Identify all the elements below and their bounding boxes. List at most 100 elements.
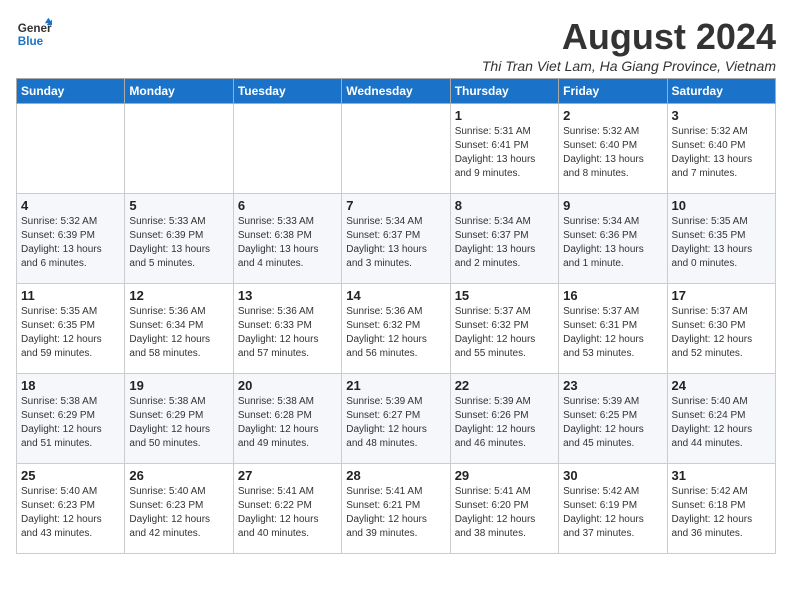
day-number: 27 — [238, 468, 337, 483]
day-info: Sunrise: 5:40 AM Sunset: 6:24 PM Dayligh… — [672, 395, 771, 451]
day-info: Sunrise: 5:41 AM Sunset: 6:21 PM Dayligh… — [346, 485, 445, 541]
calendar-cell: 23Sunrise: 5:39 AM Sunset: 6:25 PM Dayli… — [559, 374, 667, 464]
weekday-header: Monday — [125, 79, 233, 104]
day-number: 31 — [672, 468, 771, 483]
calendar-week-row: 25 Sunrise: 5:40 AM Sunset: 6:23 PM Dayli… — [17, 464, 776, 554]
calendar-cell: 13 Sunrise: 5:36 AM Sunset: 6:33 PM Dayli… — [233, 284, 341, 374]
calendar-cell: 21 Sunrise: 5:39 AM Sunset: 6:27 PM Dayli… — [342, 374, 450, 464]
day-info: Sunrise: 5:42 AM Sunset: 6:18 PM Dayligh… — [672, 485, 771, 541]
calendar-week-row: 4Sunrise: 5:32 AM Sunset: 6:39 PM Daylig… — [17, 194, 776, 284]
calendar: SundayMondayTuesdayWednesdayThursdayFrid… — [16, 78, 776, 554]
day-info: Sunrise: 5:38 AM Sunset: 6:29 PM Dayligh… — [21, 395, 120, 451]
day-info: Sunrise: 5:32 AM Sunset: 6:40 PM Dayligh… — [672, 125, 771, 181]
day-info: Sunrise: 5:37 AM Sunset: 6:31 PM Dayligh… — [563, 305, 662, 361]
weekday-header: Wednesday — [342, 79, 450, 104]
calendar-cell — [125, 104, 233, 194]
svg-text:General: General — [18, 22, 52, 35]
day-number: 24 — [672, 378, 771, 393]
day-number: 26 — [129, 468, 228, 483]
day-number: 3 — [672, 108, 771, 123]
day-info: Sunrise: 5:40 AM Sunset: 6:23 PM Dayligh… — [129, 485, 228, 541]
calendar-cell: 8 Sunrise: 5:34 AM Sunset: 6:37 PM Daylig… — [450, 194, 558, 284]
day-number: 10 — [672, 198, 771, 213]
weekday-header: Sunday — [17, 79, 125, 104]
day-number: 25 — [21, 468, 120, 483]
calendar-cell: 6 Sunrise: 5:33 AM Sunset: 6:38 PM Daylig… — [233, 194, 341, 284]
calendar-week-row: 18 Sunrise: 5:38 AM Sunset: 6:29 PM Dayli… — [17, 374, 776, 464]
calendar-cell: 26 Sunrise: 5:40 AM Sunset: 6:23 PM Dayli… — [125, 464, 233, 554]
day-number: 15 — [455, 288, 554, 303]
calendar-cell: 16 Sunrise: 5:37 AM Sunset: 6:31 PM Dayli… — [559, 284, 667, 374]
header: General Blue August 2024 Thi Tran Viet L… — [16, 16, 776, 74]
day-number: 16 — [563, 288, 662, 303]
calendar-cell: 15 Sunrise: 5:37 AM Sunset: 6:32 PM Dayli… — [450, 284, 558, 374]
day-info: Sunrise: 5:41 AM Sunset: 6:20 PM Dayligh… — [455, 485, 554, 541]
day-number: 13 — [238, 288, 337, 303]
day-info: Sunrise: 5:39 AM Sunset: 6:25 PM Dayligh… — [563, 395, 662, 451]
day-info: Sunrise: 5:40 AM Sunset: 6:23 PM Dayligh… — [21, 485, 120, 541]
svg-text:Blue: Blue — [18, 35, 44, 48]
calendar-cell: 18 Sunrise: 5:38 AM Sunset: 6:29 PM Dayli… — [17, 374, 125, 464]
day-number: 6 — [238, 198, 337, 213]
calendar-cell: 29 Sunrise: 5:41 AM Sunset: 6:20 PM Dayli… — [450, 464, 558, 554]
calendar-cell: 3 Sunrise: 5:32 AM Sunset: 6:40 PM Daylig… — [667, 104, 775, 194]
calendar-cell: 2 Sunrise: 5:32 AM Sunset: 6:40 PM Daylig… — [559, 104, 667, 194]
calendar-cell: 10 Sunrise: 5:35 AM Sunset: 6:35 PM Dayli… — [667, 194, 775, 284]
day-info: Sunrise: 5:35 AM Sunset: 6:35 PM Dayligh… — [672, 215, 771, 271]
calendar-cell: 1 Sunrise: 5:31 AM Sunset: 6:41 PM Daylig… — [450, 104, 558, 194]
calendar-cell: 11Sunrise: 5:35 AM Sunset: 6:35 PM Dayli… — [17, 284, 125, 374]
calendar-cell: 24 Sunrise: 5:40 AM Sunset: 6:24 PM Dayli… — [667, 374, 775, 464]
day-number: 17 — [672, 288, 771, 303]
weekday-header: Friday — [559, 79, 667, 104]
day-info: Sunrise: 5:39 AM Sunset: 6:27 PM Dayligh… — [346, 395, 445, 451]
day-info: Sunrise: 5:37 AM Sunset: 6:30 PM Dayligh… — [672, 305, 771, 361]
day-info: Sunrise: 5:37 AM Sunset: 6:32 PM Dayligh… — [455, 305, 554, 361]
calendar-cell — [342, 104, 450, 194]
day-info: Sunrise: 5:41 AM Sunset: 6:22 PM Dayligh… — [238, 485, 337, 541]
day-info: Sunrise: 5:33 AM Sunset: 6:38 PM Dayligh… — [238, 215, 337, 271]
day-number: 30 — [563, 468, 662, 483]
day-number: 11 — [21, 288, 120, 303]
weekday-header: Thursday — [450, 79, 558, 104]
calendar-cell: 17 Sunrise: 5:37 AM Sunset: 6:30 PM Dayli… — [667, 284, 775, 374]
calendar-cell: 27 Sunrise: 5:41 AM Sunset: 6:22 PM Dayli… — [233, 464, 341, 554]
day-info: Sunrise: 5:31 AM Sunset: 6:41 PM Dayligh… — [455, 125, 554, 181]
day-number: 1 — [455, 108, 554, 123]
day-number: 21 — [346, 378, 445, 393]
day-info: Sunrise: 5:32 AM Sunset: 6:40 PM Dayligh… — [563, 125, 662, 181]
calendar-cell: 31 Sunrise: 5:42 AM Sunset: 6:18 PM Dayli… — [667, 464, 775, 554]
day-info: Sunrise: 5:34 AM Sunset: 6:37 PM Dayligh… — [455, 215, 554, 271]
day-number: 29 — [455, 468, 554, 483]
day-number: 18 — [21, 378, 120, 393]
calendar-cell: 9Sunrise: 5:34 AM Sunset: 6:36 PM Daylig… — [559, 194, 667, 284]
weekday-header: Saturday — [667, 79, 775, 104]
day-number: 2 — [563, 108, 662, 123]
calendar-cell — [233, 104, 341, 194]
day-number: 9 — [563, 198, 662, 213]
day-number: 28 — [346, 468, 445, 483]
day-number: 8 — [455, 198, 554, 213]
calendar-cell: 5Sunrise: 5:33 AM Sunset: 6:39 PM Daylig… — [125, 194, 233, 284]
calendar-week-row: 1 Sunrise: 5:31 AM Sunset: 6:41 PM Daylig… — [17, 104, 776, 194]
calendar-cell: 28 Sunrise: 5:41 AM Sunset: 6:21 PM Dayli… — [342, 464, 450, 554]
calendar-cell: 22Sunrise: 5:39 AM Sunset: 6:26 PM Dayli… — [450, 374, 558, 464]
day-number: 20 — [238, 378, 337, 393]
title-area: August 2024 Thi Tran Viet Lam, Ha Giang … — [482, 16, 776, 74]
day-info: Sunrise: 5:34 AM Sunset: 6:37 PM Dayligh… — [346, 215, 445, 271]
calendar-week-row: 11Sunrise: 5:35 AM Sunset: 6:35 PM Dayli… — [17, 284, 776, 374]
subtitle: Thi Tran Viet Lam, Ha Giang Province, Vi… — [482, 58, 776, 74]
weekday-header: Tuesday — [233, 79, 341, 104]
day-info: Sunrise: 5:42 AM Sunset: 6:19 PM Dayligh… — [563, 485, 662, 541]
logo: General Blue — [16, 16, 52, 52]
day-info: Sunrise: 5:36 AM Sunset: 6:33 PM Dayligh… — [238, 305, 337, 361]
logo-icon: General Blue — [16, 16, 52, 52]
calendar-cell: 4Sunrise: 5:32 AM Sunset: 6:39 PM Daylig… — [17, 194, 125, 284]
calendar-cell: 30 Sunrise: 5:42 AM Sunset: 6:19 PM Dayli… — [559, 464, 667, 554]
day-number: 5 — [129, 198, 228, 213]
day-info: Sunrise: 5:32 AM Sunset: 6:39 PM Dayligh… — [21, 215, 120, 271]
calendar-cell: 25 Sunrise: 5:40 AM Sunset: 6:23 PM Dayli… — [17, 464, 125, 554]
calendar-cell: 7Sunrise: 5:34 AM Sunset: 6:37 PM Daylig… — [342, 194, 450, 284]
day-info: Sunrise: 5:39 AM Sunset: 6:26 PM Dayligh… — [455, 395, 554, 451]
day-info: Sunrise: 5:38 AM Sunset: 6:28 PM Dayligh… — [238, 395, 337, 451]
day-info: Sunrise: 5:36 AM Sunset: 6:32 PM Dayligh… — [346, 305, 445, 361]
